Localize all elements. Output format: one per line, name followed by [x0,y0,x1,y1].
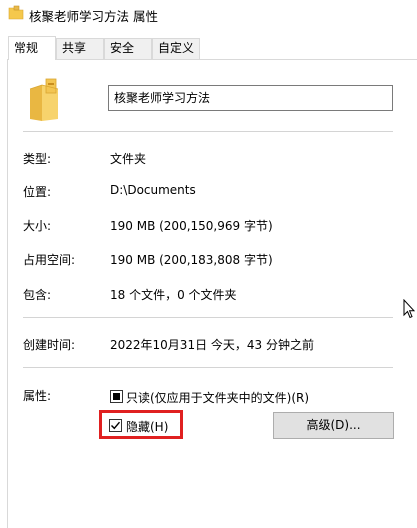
hidden-label[interactable]: 隐藏(H) [126,418,168,435]
separator [23,317,393,318]
created-value: 2022年10月31日 今天，43 分钟之前 [110,338,314,352]
contains-value: 18 个文件，0 个文件夹 [110,288,237,302]
mouse-cursor-icon [403,299,415,319]
type-label: 类型: [23,152,52,166]
folder-icon [8,5,24,20]
created-label: 创建时间: [23,338,76,352]
separator [23,131,393,132]
type-value: 文件夹 [110,152,147,166]
indeterminate-mark-icon [113,393,120,400]
folder-name-field[interactable]: 核聚老师学习方法 [108,85,393,111]
readonly-label[interactable]: 只读(仅应用于文件夹中的文件)(R) [126,389,309,406]
tab-general[interactable]: 常规 [8,36,56,60]
size-on-disk-label: 占用空间: [23,253,76,267]
tab-security[interactable]: 安全 [104,38,152,59]
properties-window: 核聚老师学习方法 属性 常规 共享 安全 自定义 核聚老师学习方法 类型: 文件… [0,0,417,528]
title-bar[interactable]: 核聚老师学习方法 属性 [0,0,417,28]
checkmark-icon [111,421,121,430]
contains-label: 包含: [23,288,52,302]
window-title: 核聚老师学习方法 属性 [29,9,158,24]
tab-bar: 常规 共享 安全 自定义 [0,36,417,60]
tab-sharing[interactable]: 共享 [56,38,104,59]
size-label: 大小: [23,219,52,233]
folder-large-icon [29,78,59,121]
readonly-checkbox[interactable] [110,390,123,403]
tab-customize[interactable]: 自定义 [152,38,200,59]
attributes-label: 属性: [23,389,52,403]
size-on-disk-value: 190 MB (200,183,808 字节) [110,253,273,267]
location-label: 位置: [23,185,52,199]
hidden-checkbox[interactable] [109,419,122,432]
separator [23,367,393,368]
size-value: 190 MB (200,150,969 字节) [110,219,273,233]
advanced-button[interactable]: 高级(D)... [273,412,394,439]
location-value: D:\Documents [110,183,196,197]
